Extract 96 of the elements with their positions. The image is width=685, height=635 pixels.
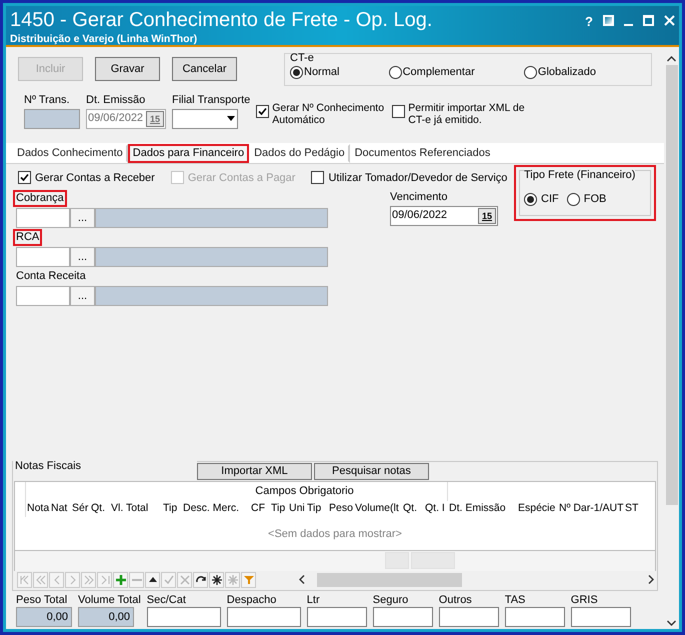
column-group-header: Campos Obrigatorio <box>162 482 448 500</box>
checkbox-label: Gerar Nº Conhecimento Automático <box>272 102 384 126</box>
lookup-button[interactable]: ... <box>70 286 95 306</box>
field-label: Filial Transporte <box>172 93 250 108</box>
dropdown-arrow-icon <box>227 116 235 121</box>
radio-label: Globalizado <box>538 65 596 80</box>
code-field[interactable] <box>16 247 70 267</box>
column-header[interactable]: Tip <box>270 500 288 516</box>
checkbox[interactable] <box>392 105 406 118</box>
column-header[interactable]: Nº Dar-1/AUT <box>558 500 624 516</box>
checkbox-label: Permitir importar XML de CT-e já emitido. <box>408 102 526 126</box>
lookup-button[interactable]: ... <box>70 208 95 228</box>
column-header[interactable]: Qt. I <box>424 500 448 516</box>
radio-label: Complementar <box>402 65 475 80</box>
field-label: TAS <box>504 594 526 606</box>
plus-icon[interactable] <box>113 572 128 588</box>
checkbox-label: Gerar Contas a Receber <box>35 170 155 186</box>
close-icon[interactable] <box>664 15 675 26</box>
total-field[interactable] <box>226 606 301 626</box>
help-button[interactable]: ? <box>585 12 593 32</box>
field-label: Sec/Cat <box>146 594 187 606</box>
window-title: 1450 - Gerar Conhecimento de Frete - Op. Log. <box>10 8 434 32</box>
funnel-icon[interactable] <box>241 572 256 588</box>
field-label: Vencimento <box>390 190 448 205</box>
group-title: CT-e <box>290 52 315 64</box>
column-header[interactable]: Dt. Emissão <box>448 500 517 516</box>
field-label: Peso Total <box>16 594 68 606</box>
field-label: Cobrança <box>13 190 67 207</box>
column-header[interactable]: Sér <box>71 500 90 516</box>
field-label: GRIS <box>570 594 599 606</box>
calendar-button[interactable]: 15 <box>146 110 164 126</box>
total-field[interactable] <box>438 606 499 626</box>
vertical-scrollbar[interactable] <box>664 53 679 629</box>
button[interactable]: Pesquisar notas <box>314 462 429 480</box>
column-header[interactable]: Desc. Merc. <box>182 500 250 516</box>
field-label: RCA <box>13 229 42 246</box>
horizontal-scrollbar[interactable] <box>297 572 656 588</box>
column-header[interactable]: CF <box>250 500 270 516</box>
column-header[interactable]: Uni <box>288 500 306 516</box>
button[interactable]: Gravar <box>95 57 160 81</box>
window-subtitle: Distribuição e Varejo (Linha WinThor) <box>10 32 198 47</box>
total-field[interactable] <box>504 606 565 626</box>
column-header[interactable]: Qt. <box>90 500 110 516</box>
maximize-icon[interactable] <box>643 15 654 26</box>
total-field: 0,00 <box>16 606 72 626</box>
radio-button[interactable] <box>524 66 537 79</box>
column-header[interactable]: Vl. Total <box>110 500 162 516</box>
column-header[interactable]: Tip <box>306 500 328 516</box>
column-header[interactable]: Peso <box>328 500 354 516</box>
field-label: Nº Trans. <box>24 93 71 108</box>
trans-field[interactable] <box>24 108 80 128</box>
code-field[interactable] <box>16 208 70 228</box>
column-header[interactable]: Tip <box>162 500 182 516</box>
button[interactable]: Importar XML <box>197 462 312 480</box>
radio-label: CIF <box>541 192 559 207</box>
field-label: Seguro <box>372 594 410 606</box>
column-header[interactable]: Volume(lt <box>354 500 402 516</box>
code-field[interactable] <box>16 286 70 306</box>
radio-button[interactable] <box>290 66 303 79</box>
checkbox[interactable] <box>311 171 324 184</box>
radio-button[interactable] <box>524 192 537 206</box>
column-header[interactable]: Nota <box>26 500 50 516</box>
asterisk-icon[interactable] <box>209 572 224 588</box>
field-label: Conta Receita <box>15 269 87 284</box>
restore-icon[interactable] <box>603 15 614 26</box>
radio-label: Normal <box>304 65 340 80</box>
checkbox-label: Gerar Contas a Pagar <box>188 170 296 186</box>
field-label: Ltr <box>306 594 321 606</box>
lookup-button[interactable]: ... <box>70 247 95 267</box>
dropdown-field[interactable] <box>172 108 238 128</box>
date-field[interactable]: 09/06/2022 15 <box>390 206 498 226</box>
field-label: Dt. Emissão <box>86 93 146 108</box>
column-header[interactable]: ST <box>624 500 642 516</box>
field-label: Outros <box>438 594 473 606</box>
checkbox[interactable] <box>256 105 270 118</box>
column-header[interactable]: Espécie <box>517 500 558 516</box>
button[interactable]: Cancelar <box>172 57 237 81</box>
radio-label: FOB <box>584 192 606 207</box>
radio-button[interactable] <box>566 192 580 206</box>
checkbox[interactable] <box>18 171 31 184</box>
field-label: Volume Total <box>78 594 141 606</box>
empty-message: <Sem dados para mostrar> <box>267 526 403 542</box>
total-field: 0,00 <box>78 606 134 626</box>
field-label: Despacho <box>226 594 278 606</box>
total-field[interactable] <box>570 606 631 626</box>
calendar-button[interactable]: 15 <box>478 208 496 224</box>
total-field[interactable] <box>372 606 433 626</box>
total-field[interactable] <box>306 606 367 626</box>
radio-button[interactable] <box>388 66 402 79</box>
column-header[interactable]: Nat <box>50 500 71 516</box>
column-header[interactable]: Qt. <box>402 500 424 516</box>
redo-icon[interactable] <box>193 572 208 588</box>
checkbox-label: Utilizar Tomador/Devedor de Serviço <box>328 170 508 186</box>
total-field[interactable] <box>146 606 221 626</box>
date-field[interactable]: 09/06/2022 15 <box>86 108 166 128</box>
tab[interactable]: Dados para Financeiro <box>128 144 250 162</box>
